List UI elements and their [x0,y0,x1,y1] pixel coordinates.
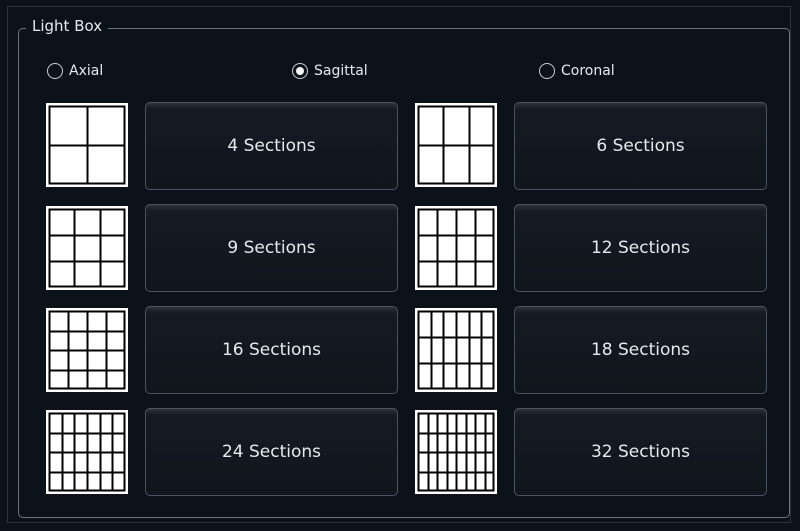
layout-32-sections-button[interactable]: 32 Sections [514,408,767,496]
layout-grid-icon [46,206,128,290]
sagittal-radio-label: Sagittal [314,63,368,79]
layout-6-thumbnail [415,103,497,187]
coronal-radio-circle[interactable] [539,63,555,79]
layout-6-sections-button[interactable]: 6 Sections [514,102,767,190]
layout-grid-icon [415,206,497,290]
layout-grid-icon [46,308,128,392]
axial-radio-label: Axial [69,63,104,79]
layout-32-thumbnail [415,410,497,494]
layout-18-thumbnail [415,308,497,392]
sagittal-radio[interactable]: Sagittal [292,61,368,81]
layout-16-sections-button[interactable]: 16 Sections [145,306,398,394]
layout-grid-icon [415,103,497,187]
layout-9-thumbnail [46,206,128,290]
layout-4-sections-button[interactable]: 4 Sections [145,102,398,190]
layout-12-thumbnail [415,206,497,290]
axial-radio[interactable]: Axial [47,61,103,81]
group-title: Light Box [26,16,109,36]
coronal-radio-label: Coronal [561,63,615,79]
coronal-radio[interactable]: Coronal [539,61,615,81]
sagittal-radio-circle[interactable] [292,63,308,79]
layout-16-thumbnail [46,308,128,392]
layout-24-thumbnail [46,410,128,494]
layout-9-sections-button[interactable]: 9 Sections [145,204,398,292]
layout-24-sections-button[interactable]: 24 Sections [145,408,398,496]
layout-4-thumbnail [46,103,128,187]
axial-radio-circle[interactable] [47,63,63,79]
layout-18-sections-button[interactable]: 18 Sections [514,306,767,394]
layout-grid-icon [415,308,497,392]
layout-grid-icon [415,410,497,494]
layout-12-sections-button[interactable]: 12 Sections [514,204,767,292]
layout-grid-icon [46,410,128,494]
layout-grid-icon [46,103,128,187]
